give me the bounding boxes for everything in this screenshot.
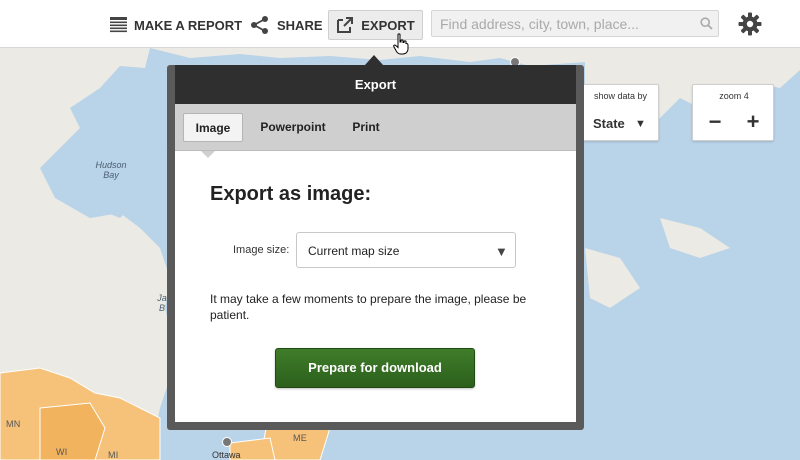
make-report-label: MAKE A REPORT — [134, 17, 243, 33]
settings-gear-icon[interactable] — [738, 12, 762, 41]
show-data-by-value: State — [593, 116, 625, 131]
export-modal: Export Image Powerpoint Print Export as … — [167, 65, 584, 430]
export-tab-bar: Image Powerpoint Print — [175, 104, 576, 151]
show-data-by-caption: show data by — [593, 91, 648, 101]
image-size-select[interactable]: Current map size ▼ — [296, 232, 516, 268]
chevron-down-icon: ▼ — [495, 244, 508, 259]
share-button[interactable]: SHARE — [250, 10, 323, 40]
state-label-me: ME — [293, 433, 308, 443]
state-label-wi: WI — [56, 447, 68, 457]
zoom-out-button[interactable]: − — [705, 111, 725, 133]
zoom-in-button[interactable]: + — [743, 111, 763, 133]
image-size-label: Image size: — [233, 244, 290, 256]
export-image-panel: Export as image: Image size: Current map… — [175, 151, 576, 422]
state-label-mi: MI — [108, 450, 119, 460]
chevron-down-icon: ▼ — [635, 118, 646, 130]
tab-print[interactable]: Print — [347, 113, 385, 142]
search-icon[interactable] — [700, 17, 713, 35]
share-icon — [250, 15, 270, 35]
image-size-value: Current map size — [308, 244, 400, 258]
map-label-hudson-bay: Hudson Bay — [95, 160, 127, 180]
export-icon — [336, 16, 354, 34]
active-tab-pointer — [201, 151, 215, 158]
export-note: It may take a few moments to prepare the… — [210, 292, 527, 322]
city-label-ottawa: Ottawa — [212, 450, 241, 460]
share-label: SHARE — [277, 17, 323, 33]
export-label: EXPORT — [361, 17, 415, 33]
hand-cursor-icon — [393, 33, 409, 60]
export-heading: Export as image: — [210, 183, 372, 205]
report-icon — [110, 17, 127, 33]
make-report-button[interactable]: MAKE A REPORT — [110, 10, 242, 40]
zoom-level-caption: zoom 4 — [719, 91, 749, 101]
export-modal-title: Export — [175, 65, 576, 104]
zoom-control: zoom 4 − + — [692, 84, 774, 141]
tab-image[interactable]: Image — [183, 113, 243, 142]
show-data-by-control[interactable]: show data by State ▼ — [574, 84, 659, 141]
state-label-mn: MN — [6, 419, 21, 429]
modal-arrow — [365, 55, 383, 65]
prepare-download-button[interactable]: Prepare for download — [275, 348, 475, 388]
search-input[interactable] — [431, 10, 719, 37]
tab-powerpoint[interactable]: Powerpoint — [255, 113, 331, 142]
